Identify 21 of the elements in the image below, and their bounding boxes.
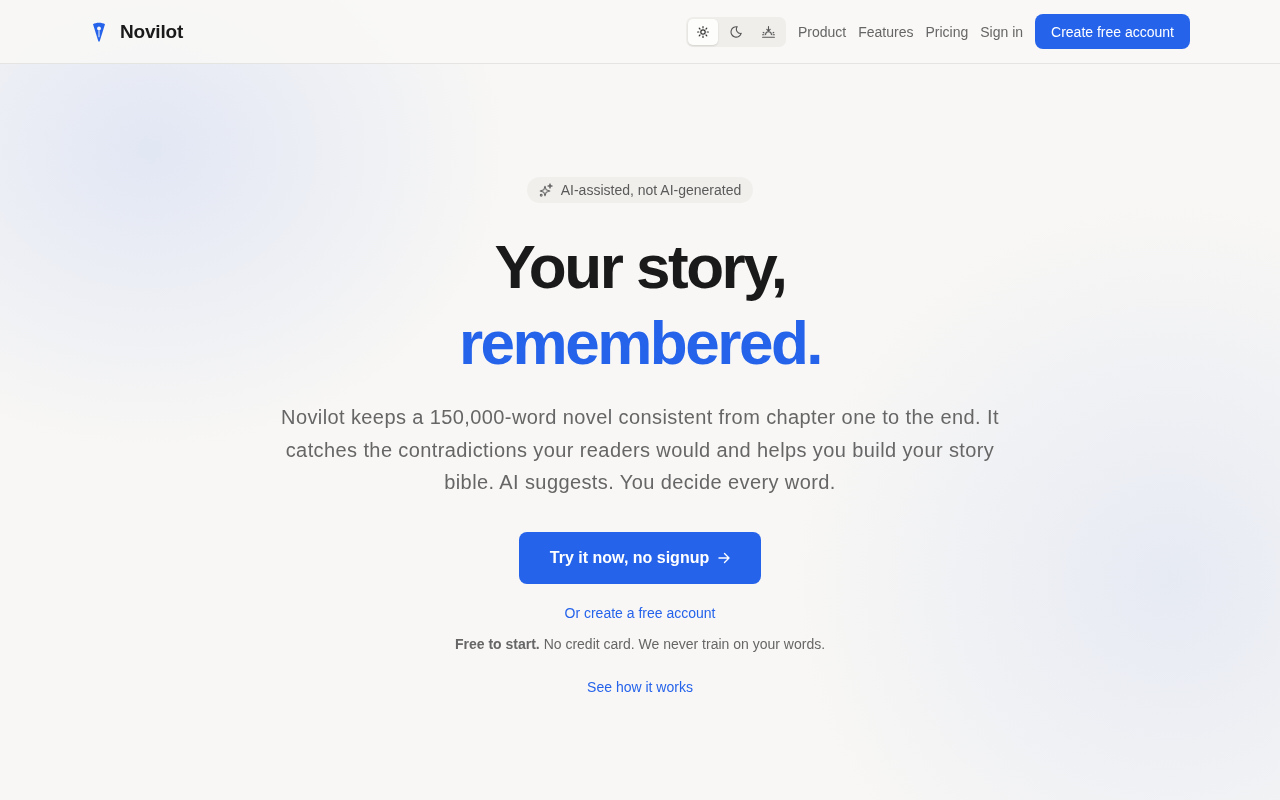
arrow-right-icon (718, 551, 731, 564)
headline: Your story, (494, 231, 786, 303)
sun-icon (696, 25, 709, 38)
sparkles-icon (538, 183, 553, 197)
nav-link[interactable]: Pricing (925, 23, 969, 40)
badge-text: AI-assisted, not AI-generated (560, 182, 742, 198)
logo-link[interactable]: Novilot (92, 20, 184, 43)
create-account-link[interactable]: Or create a free account (564, 604, 716, 621)
nav-link[interactable]: Sign in (980, 23, 1024, 40)
sunset-icon (762, 25, 776, 38)
logo-icon (92, 21, 106, 42)
hero-description: Novilot keeps a 150,000-word novel consistent from chapter one to the end. It catches the contradictions your readers would and helps you build your story bible. AI suggests. You decide every word. (280, 405, 1000, 495)
nav-link[interactable]: Features (858, 23, 914, 40)
moon-icon (729, 25, 742, 38)
theme-button[interactable] (687, 18, 718, 45)
create-account-button[interactable]: Create free account (1035, 14, 1190, 49)
pricing-note: Free to start. No credit card. We never train on your words. (454, 635, 826, 652)
nav-link[interactable]: Product (797, 23, 847, 40)
try-now-button[interactable]: Try it now, no signup (519, 531, 761, 584)
how-it-works-link[interactable]: See how it works (587, 678, 693, 695)
headline-accent: remembered. (458, 307, 822, 379)
